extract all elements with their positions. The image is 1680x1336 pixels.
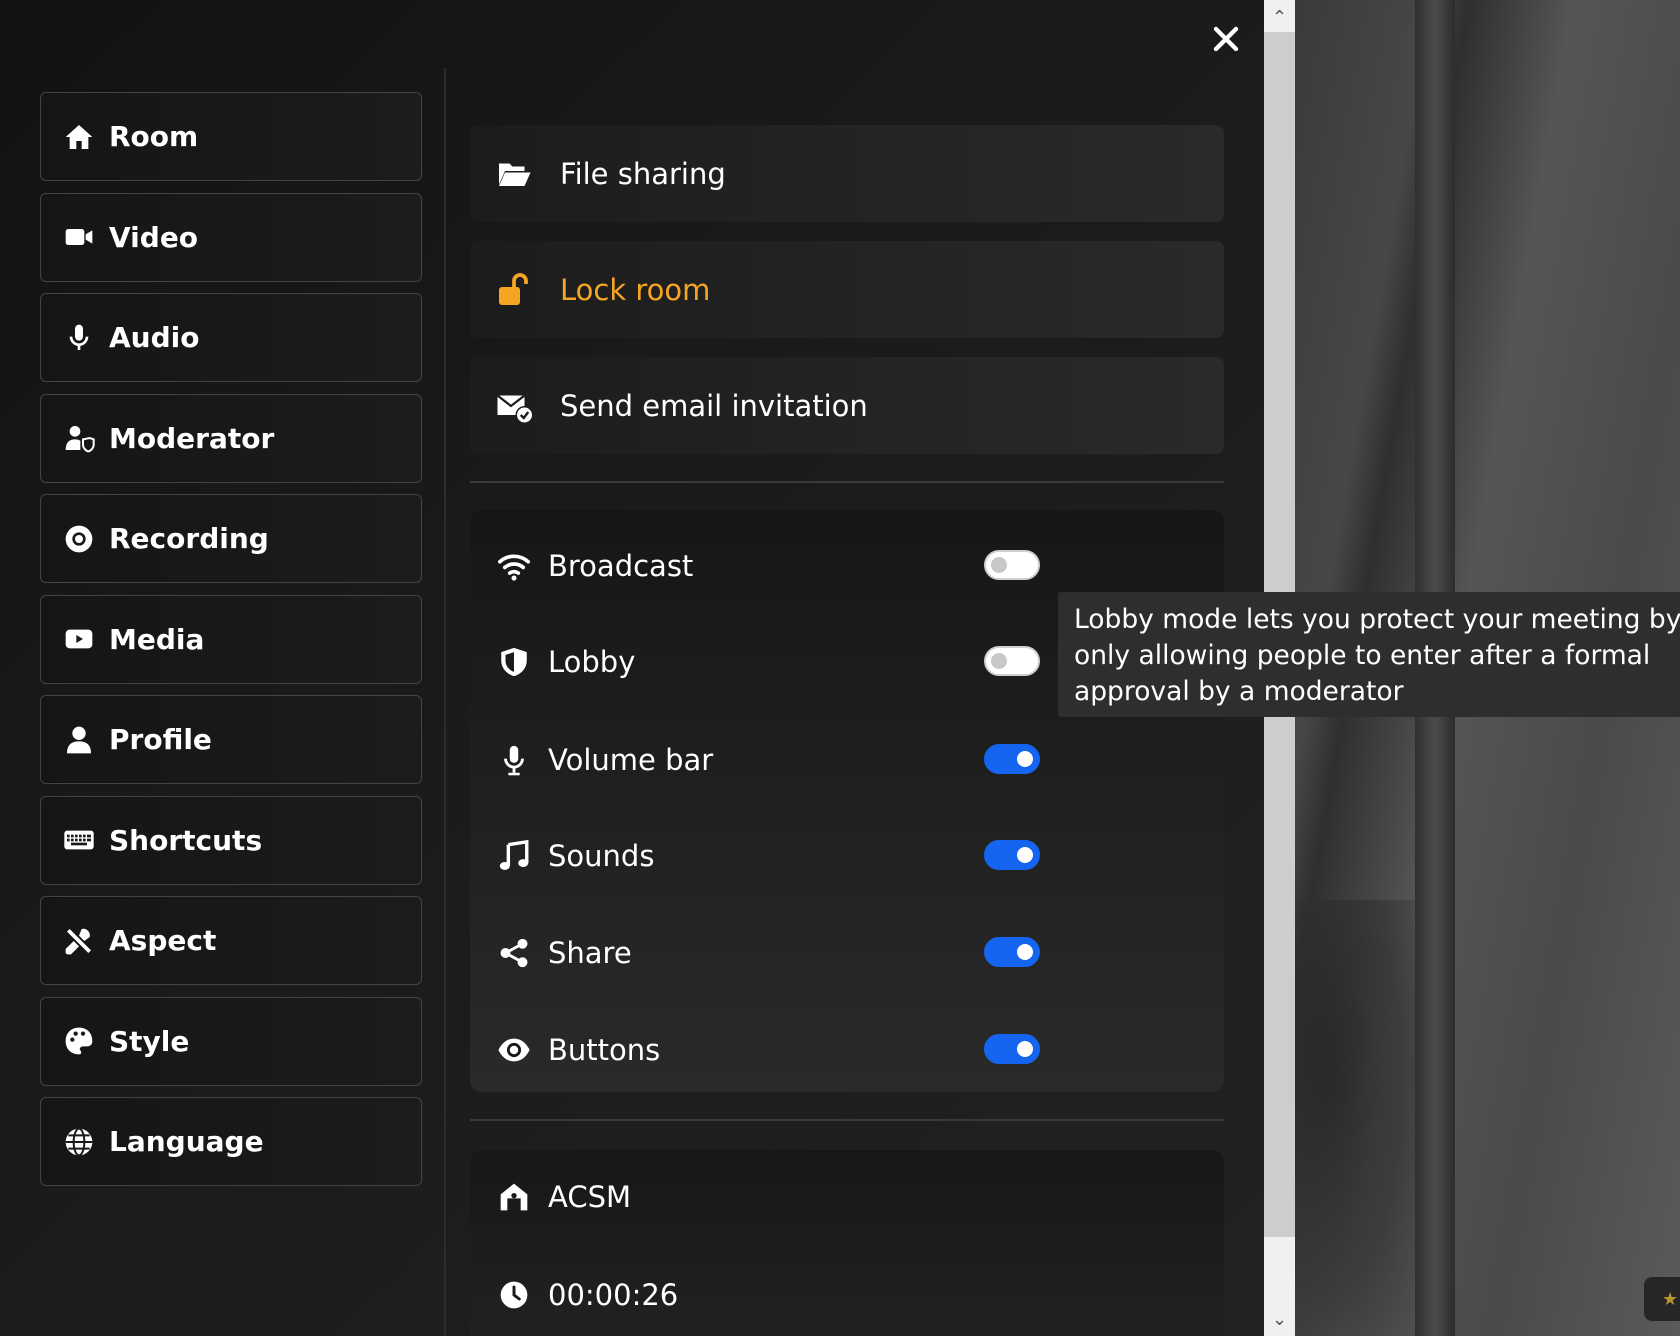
share-toggle[interactable] [984,937,1040,967]
nav-item-moderator[interactable]: Moderator [40,393,422,483]
timer-row: 00:00:26 [494,1270,678,1320]
toggle-row-buttons: Buttons [494,1020,1194,1080]
toggle-row-broadcast: Broadcast [494,536,1194,596]
nav-item-label: Recording [109,522,269,555]
buttons-toggle[interactable] [984,1034,1040,1064]
room-name: ACSM [548,1180,632,1214]
send-email-label: Send email invitation [560,388,868,423]
shield-icon [494,642,534,682]
nav-item-room[interactable]: Room [40,92,422,181]
settings-nav: Room Video Audio Moderator Recording Med… [40,92,422,1198]
tools-icon [61,923,97,959]
nav-item-style[interactable]: Style [40,996,422,1086]
volume-bar-toggle[interactable] [984,744,1040,774]
toggle-knob [991,557,1007,573]
nav-item-label: Media [109,622,205,656]
scroll-down-button[interactable]: ⌄ [1264,1304,1295,1334]
folder-open-icon [494,154,534,194]
nav-item-label: Language [109,1125,264,1158]
chevron-down-icon: ⌄ [1271,1308,1288,1330]
file-sharing-label: File sharing [560,156,726,191]
user-shield-icon [61,420,97,456]
toggle-row-volume-bar: Volume bar [494,730,1194,790]
toggle-row-share: Share [494,923,1194,983]
toggle-label: Broadcast [548,549,694,583]
nav-item-language[interactable]: Language [40,1097,422,1186]
nav-item-label: Video [109,220,199,254]
video-camera-icon [61,219,97,255]
toggle-knob [1017,847,1033,863]
nav-item-audio[interactable]: Audio [40,293,422,382]
section-divider [470,1119,1224,1121]
nav-item-label: Room [109,120,199,153]
nav-item-media[interactable]: Media [40,594,422,684]
nav-item-recording[interactable]: Recording [40,494,422,583]
lock-room-label: Lock room [560,272,711,307]
microphone-icon [61,320,97,356]
toggle-label: Lobby [548,645,636,679]
close-icon [1213,26,1239,52]
microphone-icon [494,740,534,780]
nav-item-label: Style [109,1024,190,1058]
send-email-button[interactable]: Send email invitation [470,357,1224,454]
toggle-label: Buttons [548,1033,661,1067]
broadcast-toggle[interactable] [984,550,1040,580]
nav-item-label: Profile [109,723,212,756]
clock-icon [494,1275,534,1315]
room-name-row: ACSM [494,1172,631,1222]
email-check-icon [494,386,534,426]
music-icon [494,836,534,876]
lobby-toggle[interactable] [984,646,1040,676]
share-icon [494,933,534,973]
nav-item-profile[interactable]: Profile [40,695,422,784]
eye-icon [494,1030,534,1070]
nav-item-label: Shortcuts [109,823,263,857]
toggle-row-sounds: Sounds [494,826,1194,886]
toggle-knob [1017,944,1033,960]
wifi-icon [494,546,534,586]
vertical-divider [444,68,446,1336]
lock-room-button[interactable]: Lock room [470,241,1224,338]
toggle-label: Share [548,936,632,970]
section-divider [470,481,1224,483]
toggle-label: Sounds [548,839,655,873]
globe-icon [61,1124,97,1160]
file-sharing-button[interactable]: File sharing [470,125,1224,222]
home-user-icon [494,1177,534,1217]
toggle-knob [1017,1041,1033,1057]
record-icon [61,521,97,557]
toggle-label: Volume bar [548,743,714,777]
nav-item-shortcuts[interactable]: Shortcuts [40,795,422,885]
unlock-icon [494,270,534,310]
room-info-section: ACSM 00:00:26 [470,1150,1224,1336]
palette-icon [61,1023,97,1059]
keyboard-icon [61,822,97,858]
scroll-up-button[interactable]: ⌃ [1264,2,1295,32]
nav-item-label: Aspect [109,924,217,957]
home-icon [61,119,97,155]
nav-item-video[interactable]: Video [40,192,422,282]
toggle-knob [1017,751,1033,767]
chevron-up-icon: ⌃ [1271,6,1288,28]
session-timer: 00:00:26 [548,1278,679,1312]
nav-item-label: Moderator [109,421,275,455]
user-icon [61,722,97,758]
background-shadow [1295,900,1415,1336]
close-button[interactable] [1208,24,1244,60]
toggle-knob [991,653,1007,669]
play-icon [61,621,97,657]
nav-item-aspect[interactable]: Aspect [40,896,422,985]
sounds-toggle[interactable] [984,840,1040,870]
star-icon: ★ [1662,1289,1679,1310]
nav-item-label: Audio [109,321,200,354]
lobby-tooltip: Lobby mode lets you protect your meeting… [1058,592,1680,717]
corner-button[interactable]: ★ [1644,1277,1680,1321]
